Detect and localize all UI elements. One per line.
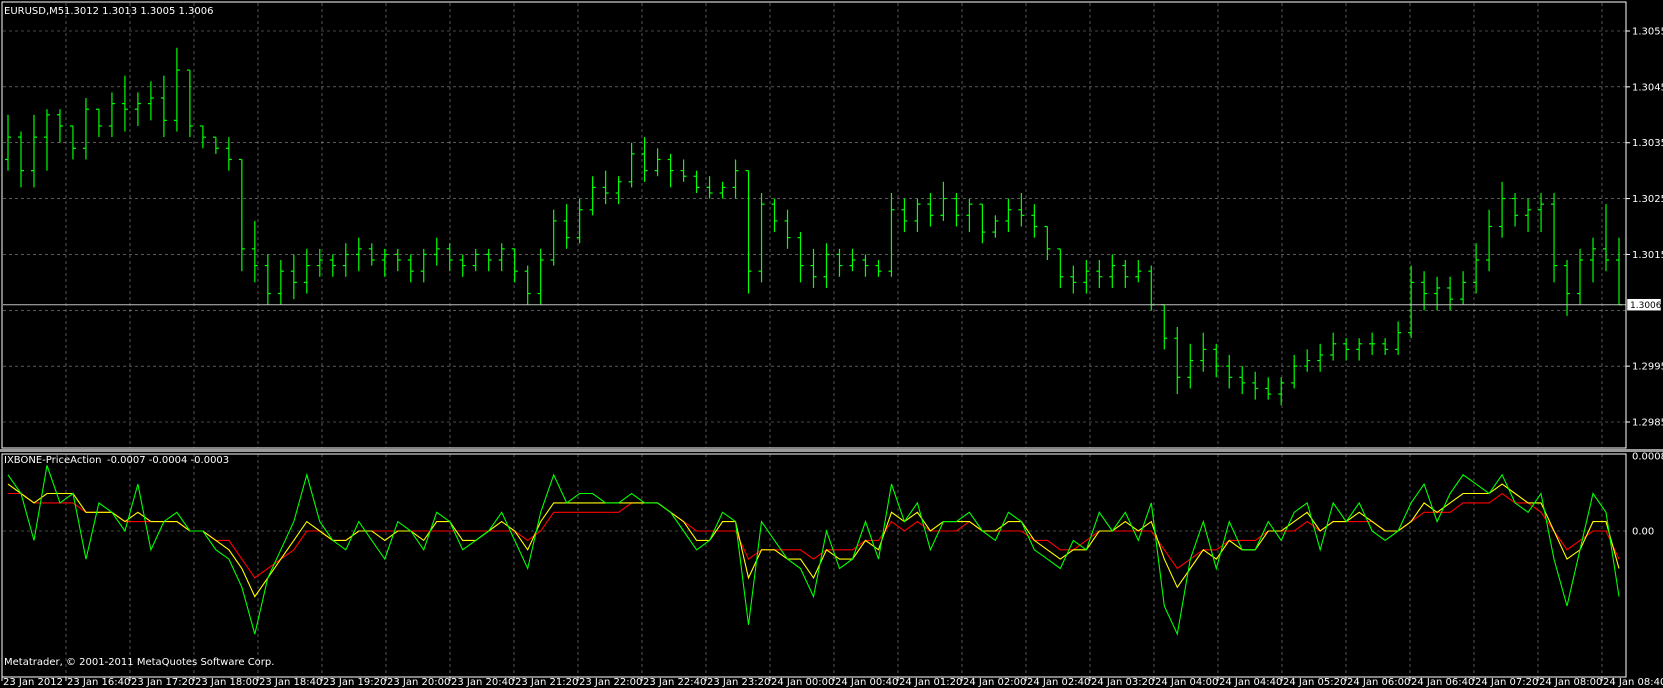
- metatrader-chart[interactable]: 1.3055 1.3045 1.3035 1.3025 1.3015 1.2995 1.29…: [0, 0, 1663, 688]
- price-tick-label: 1.3055: [1632, 27, 1663, 38]
- time-axis: 23 Jan 2012 23 Jan 16:40 23 Jan 17:20 23 Ja…: [1, 677, 1663, 688]
- time-tick-label: 24 Jan 06:40: [1411, 677, 1474, 688]
- time-tick-label: 23 Jan 22:00: [579, 677, 642, 688]
- time-tick-label: 24 Jan 02:40: [1027, 677, 1090, 688]
- time-tick-label: 23 Jan 18:00: [195, 677, 258, 688]
- price-tick-label: 1.3025: [1632, 194, 1663, 205]
- time-tick-label: 24 Jan 04:00: [1155, 677, 1218, 688]
- price-tick-label: 1.2985: [1632, 418, 1663, 429]
- time-tick-label: 23 Jan 23:20: [707, 677, 770, 688]
- symbol-label: EURUSD,M5: [4, 6, 64, 17]
- time-tick-label: 23 Jan 19:20: [323, 677, 386, 688]
- time-tick-label: 24 Jan 05:20: [1283, 677, 1346, 688]
- time-tick-label: 24 Jan 04:40: [1219, 677, 1282, 688]
- price-tick-label: 1.2995: [1632, 362, 1663, 373]
- time-tick-label: 24 Jan 01:20: [899, 677, 962, 688]
- time-tick-label: 23 Jan 20:40: [451, 677, 514, 688]
- time-tick-label: 23 Jan 16:40: [67, 677, 130, 688]
- time-tick-label: 24 Jan 03:20: [1091, 677, 1154, 688]
- time-tick-label: 23 Jan 22:40: [643, 677, 706, 688]
- time-tick-label: 23 Jan 21:20: [515, 677, 578, 688]
- indicator-tick-label: 0.0008: [1632, 452, 1663, 463]
- ohlc-values: 1.3012 1.3013 1.3005 1.3006: [64, 6, 214, 17]
- price-tick-label: 1.3015: [1632, 250, 1663, 261]
- price-tick-label: 1.3045: [1632, 82, 1663, 93]
- copyright-text: Metatrader, © 2001-2011 MetaQuotes Softw…: [4, 657, 274, 668]
- panel-separator: [0, 449, 1663, 452]
- time-tick-label: 24 Jan 00:00: [771, 677, 834, 688]
- time-tick-label: 24 Jan 07:20: [1475, 677, 1538, 688]
- time-tick-label: 23 Jan 2012: [3, 677, 63, 688]
- indicator-tick-label: 0.00: [1632, 527, 1654, 538]
- time-tick-label: 24 Jan 08:00: [1539, 677, 1602, 688]
- time-tick-label: 24 Jan 06:00: [1347, 677, 1410, 688]
- time-tick-label: 24 Jan 08:40: [1603, 677, 1663, 688]
- time-tick-label: 24 Jan 00:40: [835, 677, 898, 688]
- time-tick-label: 23 Jan 17:20: [131, 677, 194, 688]
- time-tick-label: 23 Jan 20:00: [387, 677, 450, 688]
- current-price-label: 1.3006: [1630, 301, 1662, 311]
- time-tick-label: 24 Jan 02:00: [963, 677, 1026, 688]
- indicator-values: -0.0007 -0.0004 -0.0003: [107, 455, 229, 466]
- price-tick-label: 1.3035: [1632, 138, 1663, 149]
- indicator-name: IXBONE-PriceAction: [4, 455, 101, 466]
- time-tick-label: 23 Jan 18:40: [259, 677, 322, 688]
